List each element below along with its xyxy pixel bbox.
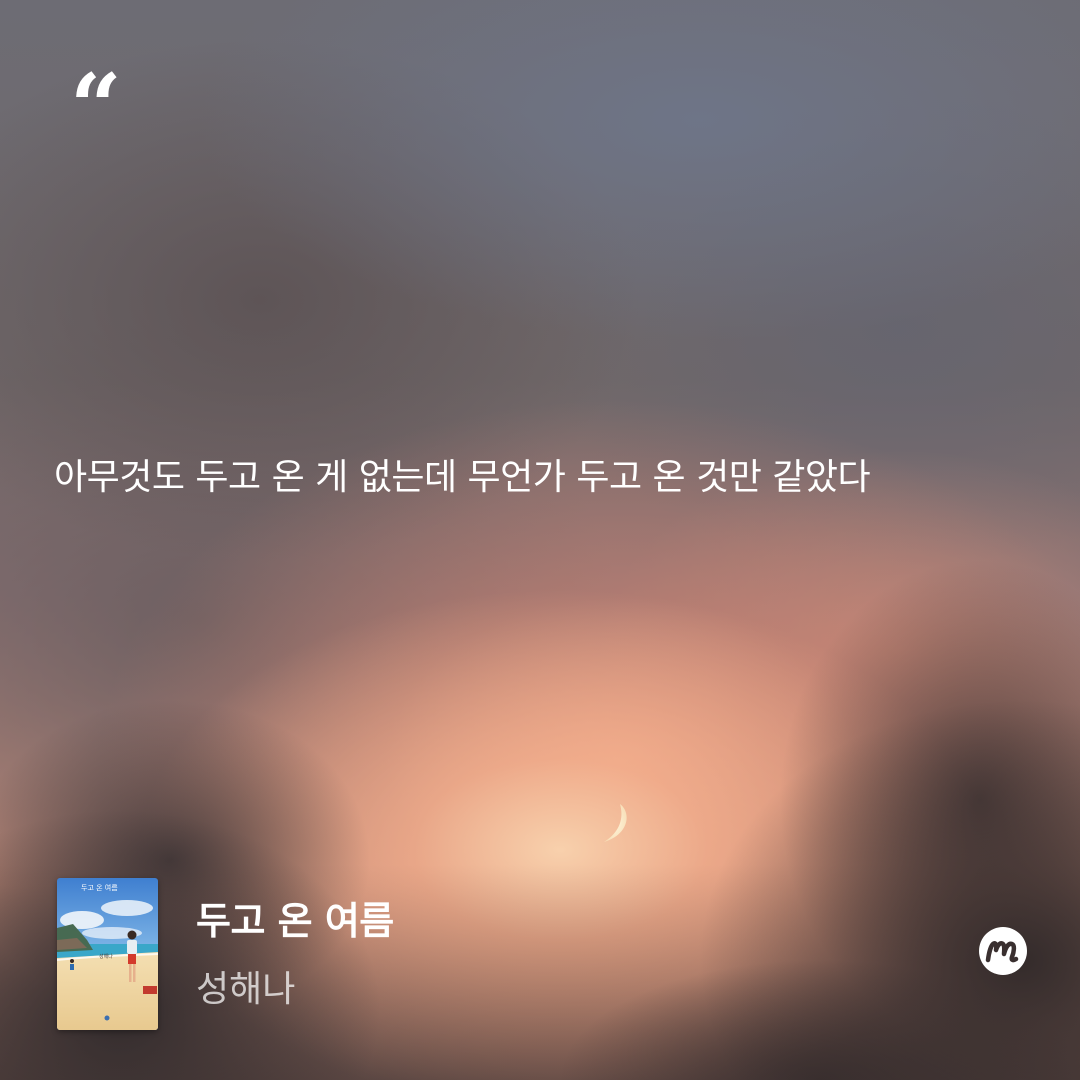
app-logo-m-icon[interactable] xyxy=(978,926,1028,976)
cover-author-text: 성해나 xyxy=(99,953,113,960)
cover-title-text: 두고 온 여름 xyxy=(81,883,118,892)
opening-quote-icon: “ xyxy=(70,54,122,160)
book-cover-illustration: 두고 온 여름 성해나 xyxy=(57,878,158,1030)
crescent-moon-icon xyxy=(604,804,627,842)
book-title[interactable]: 두고 온 여름 xyxy=(196,896,394,946)
dark-clouds xyxy=(0,0,1080,1080)
quote-text: 아무것도 두고 온 게 없는데 무언가 두고 온 것만 같았다 xyxy=(54,457,871,498)
book-cover[interactable]: 두고 온 여름 성해나 xyxy=(57,878,158,1030)
book-author[interactable]: 성해나 xyxy=(196,966,295,1014)
quote-card: “ 아무것도 두고 온 게 없는데 무언가 두고 온 것만 같았다 두고 온 여… xyxy=(0,0,1080,1080)
